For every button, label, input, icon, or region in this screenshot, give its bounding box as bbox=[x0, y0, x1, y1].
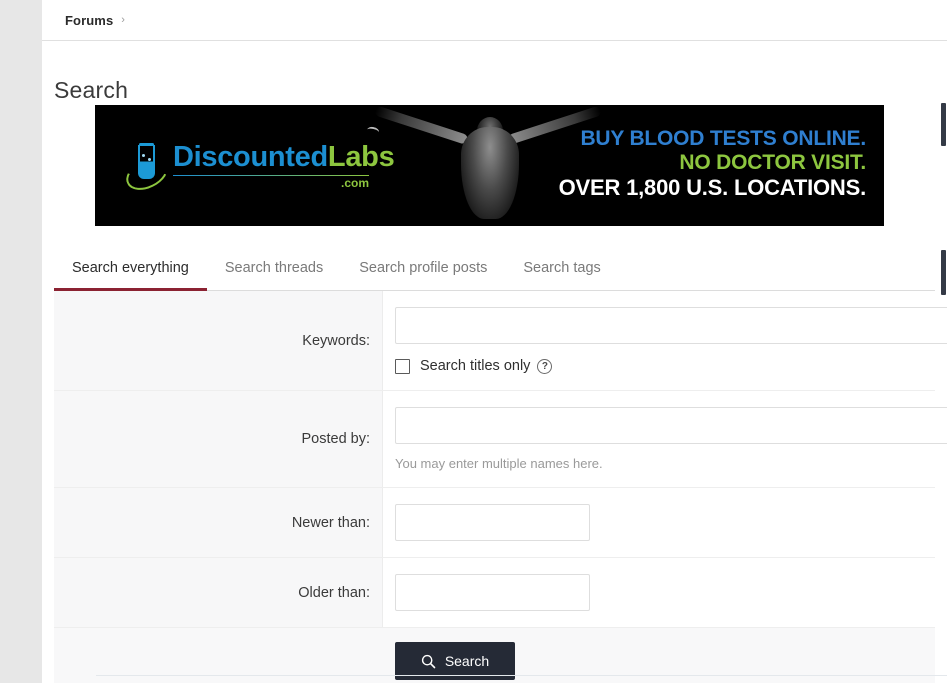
tab-label: Search threads bbox=[225, 260, 323, 276]
form-row-newer-than: Newer than: bbox=[54, 488, 935, 558]
browser-viewport: Forums › Search DiscountedLabs bbox=[0, 0, 947, 683]
keywords-label: Keywords: bbox=[54, 291, 383, 390]
posted-by-label: Posted by: bbox=[54, 391, 383, 487]
search-button-label: Search bbox=[445, 653, 489, 669]
keywords-input[interactable] bbox=[395, 307, 947, 344]
ad-copy: BUY BLOOD TESTS ONLINE. NO DOCTOR VISIT.… bbox=[559, 127, 866, 200]
search-titles-only-label: Search titles only bbox=[420, 358, 530, 374]
ad-headline-2: NO DOCTOR VISIT. bbox=[559, 151, 866, 175]
posted-by-input[interactable] bbox=[395, 407, 947, 444]
tab-search-profile-posts[interactable]: Search profile posts bbox=[341, 246, 505, 290]
ad-headline-1: BUY BLOOD TESTS ONLINE. bbox=[559, 127, 866, 151]
tab-search-everything[interactable]: Search everything bbox=[54, 246, 207, 290]
search-icon bbox=[421, 654, 436, 669]
ad-brand-rule bbox=[173, 175, 369, 176]
search-form: Keywords: Search titles only ? Posted by… bbox=[54, 291, 935, 683]
newer-than-input[interactable] bbox=[396, 505, 590, 540]
tab-label: Search profile posts bbox=[359, 260, 487, 276]
form-row-keywords: Keywords: Search titles only ? bbox=[54, 291, 935, 391]
breadcrumb: Forums › bbox=[42, 0, 947, 41]
breadcrumb-item-forums[interactable]: Forums bbox=[65, 13, 113, 28]
search-tabs: Search everything Search threads Search … bbox=[54, 246, 935, 291]
scroll-marker-bottom[interactable] bbox=[941, 250, 946, 295]
ad-brand-tld: .com bbox=[173, 177, 369, 189]
advertisement-banner[interactable]: DiscountedLabs .com BUY BLOOD TESTS ONLI… bbox=[95, 105, 884, 226]
ad-headline-3: OVER 1,800 U.S. LOCATIONS. bbox=[559, 175, 866, 200]
ad-wordmark: DiscountedLabs .com bbox=[173, 143, 394, 189]
older-than-label: Older than: bbox=[54, 558, 383, 627]
chevron-right-icon: › bbox=[121, 15, 125, 26]
tab-label: Search tags bbox=[523, 260, 600, 276]
ad-logo: DiscountedLabs .com bbox=[125, 143, 394, 189]
help-icon[interactable]: ? bbox=[537, 359, 552, 374]
content-divider bbox=[96, 675, 947, 676]
tab-search-tags[interactable]: Search tags bbox=[505, 246, 618, 290]
posted-by-hint: You may enter multiple names here. bbox=[395, 456, 947, 471]
older-than-field[interactable] bbox=[395, 574, 590, 611]
tab-label: Search everything bbox=[72, 260, 189, 276]
search-titles-only-checkbox[interactable] bbox=[395, 359, 410, 374]
tab-search-threads[interactable]: Search threads bbox=[207, 246, 341, 290]
page-title: Search bbox=[54, 77, 128, 104]
ad-brand-prefix: Discounted bbox=[173, 141, 328, 173]
search-titles-only-row[interactable]: Search titles only ? bbox=[395, 358, 947, 374]
newer-than-label: Newer than: bbox=[54, 488, 383, 557]
page-canvas: Forums › Search DiscountedLabs bbox=[42, 0, 947, 683]
form-row-posted-by: Posted by: You may enter multiple names … bbox=[54, 391, 935, 488]
flask-logo-icon bbox=[125, 143, 169, 189]
newer-than-field[interactable] bbox=[395, 504, 590, 541]
older-than-input[interactable] bbox=[396, 575, 590, 610]
scroll-marker-top[interactable] bbox=[941, 103, 946, 146]
form-row-older-than: Older than: bbox=[54, 558, 935, 628]
